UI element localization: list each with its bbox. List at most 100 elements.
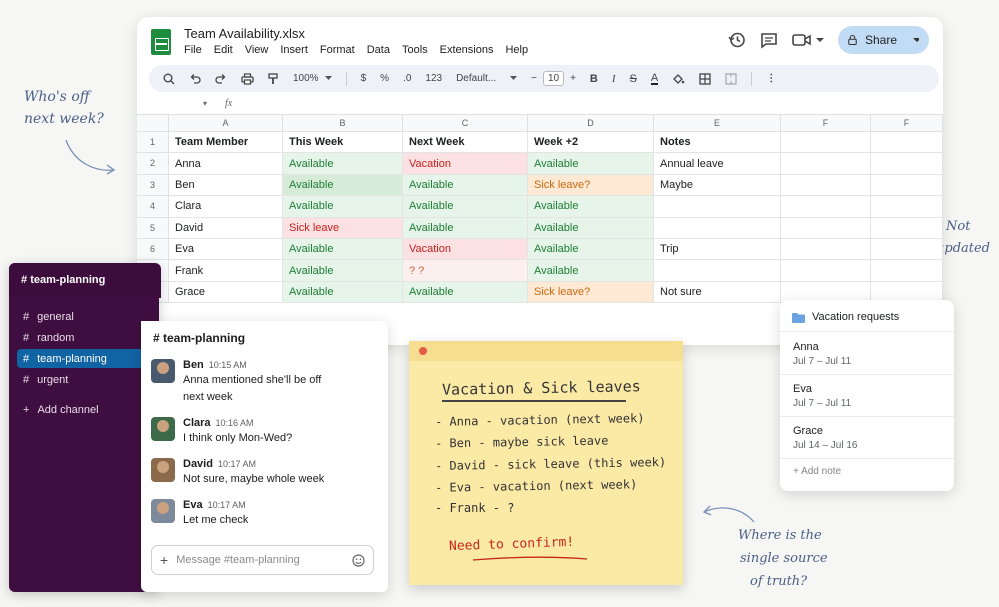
cell[interactable]: Clara (169, 196, 283, 218)
font-size-input[interactable]: 10 (542, 71, 565, 86)
cell[interactable]: Sick leave? (528, 174, 654, 197)
cell[interactable]: Available (528, 153, 654, 175)
number-format-button[interactable]: 123 (425, 73, 442, 84)
header-cell[interactable]: Team Member (169, 132, 283, 154)
menu-file[interactable]: File (184, 44, 202, 56)
channel-team-planning[interactable]: # team-planning (17, 349, 143, 368)
avatar[interactable] (151, 417, 175, 441)
meet-button[interactable] (792, 33, 824, 47)
cell[interactable]: Available (403, 174, 528, 197)
more-options-icon[interactable]: ⋮ (766, 73, 776, 84)
menu-extensions[interactable]: Extensions (440, 44, 494, 56)
menu-insert[interactable]: Insert (280, 44, 308, 56)
text-color-button[interactable]: A (650, 72, 659, 85)
cell[interactable]: Available (528, 196, 654, 218)
cell[interactable]: Anna (169, 153, 283, 175)
cell[interactable] (871, 132, 943, 154)
bold-button[interactable]: B (590, 73, 598, 85)
share-button[interactable]: Share (838, 26, 929, 54)
font-size-decrease[interactable]: − (531, 73, 537, 84)
print-icon[interactable] (241, 72, 254, 85)
cell[interactable]: Not sure (654, 281, 781, 304)
menu-edit[interactable]: Edit (214, 44, 233, 56)
request-item[interactable]: Grace Jul 14 – Jul 16 (793, 425, 943, 451)
avatar[interactable] (151, 458, 175, 482)
currency-format-button[interactable]: $ (361, 73, 367, 84)
cell[interactable]: Grace (169, 281, 283, 304)
decrease-decimal-button[interactable]: .0 (403, 73, 411, 84)
zoom-select[interactable]: 100% (293, 73, 332, 84)
column-header[interactable]: F (781, 115, 871, 132)
cell[interactable] (781, 260, 871, 282)
fill-color-icon[interactable] (672, 73, 685, 85)
emoji-icon[interactable] (352, 553, 365, 567)
cell[interactable]: Sick leave? (528, 281, 654, 304)
chevron-down-icon[interactable] (913, 37, 919, 43)
request-item[interactable]: Anna Jul 7 – Jul 11 (793, 341, 943, 367)
cell[interactable] (781, 153, 871, 175)
strikethrough-button[interactable]: S (630, 73, 637, 85)
paint-format-icon[interactable] (268, 72, 279, 85)
cell[interactable] (781, 174, 871, 197)
borders-icon[interactable] (699, 72, 711, 85)
menu-data[interactable]: Data (367, 44, 390, 56)
cell[interactable] (871, 196, 943, 218)
cell[interactable]: Available (283, 239, 403, 261)
select-all-corner[interactable] (137, 115, 169, 132)
channel-urgent[interactable]: # urgent (17, 370, 143, 389)
avatar[interactable] (151, 359, 175, 383)
cell[interactable]: Available (283, 196, 403, 218)
column-header[interactable]: A (169, 115, 283, 132)
cell[interactable]: Available (403, 217, 528, 239)
cell[interactable]: ? ? (403, 260, 528, 282)
column-header[interactable]: E (654, 115, 781, 132)
cell[interactable]: Available (403, 281, 528, 304)
cell[interactable]: Available (283, 281, 403, 304)
cell[interactable]: Frank (169, 260, 283, 282)
cell[interactable] (781, 239, 871, 261)
menu-view[interactable]: View (245, 44, 269, 56)
column-header[interactable]: B (283, 115, 403, 132)
comment-icon[interactable] (760, 31, 778, 49)
cell[interactable] (871, 217, 943, 239)
row-header[interactable]: 5 (137, 217, 169, 239)
cell[interactable]: Vacation (403, 239, 528, 261)
percent-format-button[interactable]: % (380, 73, 389, 84)
cell[interactable] (871, 239, 943, 261)
menu-help[interactable]: Help (505, 44, 528, 56)
header-cell[interactable]: Notes (654, 132, 781, 154)
add-note-button[interactable]: + Add note (793, 466, 841, 477)
header-cell[interactable]: Week +2 (528, 132, 654, 154)
menu-tools[interactable]: Tools (402, 44, 428, 56)
channel-random[interactable]: # random (17, 328, 143, 347)
redo-icon[interactable] (215, 73, 227, 85)
cell[interactable]: Available (528, 217, 654, 239)
channel-general[interactable]: # general (17, 307, 143, 326)
cell[interactable] (871, 153, 943, 175)
cell[interactable]: Available (528, 260, 654, 282)
cell[interactable]: Trip (654, 239, 781, 261)
row-header[interactable]: 3 (137, 174, 169, 197)
message-composer[interactable]: + Message #team-planning (151, 545, 374, 575)
name-box-dropdown-icon[interactable]: ▾ (203, 99, 207, 108)
cell[interactable]: David (169, 217, 283, 239)
font-size-increase[interactable]: + (570, 73, 576, 84)
cell[interactable]: Annual leave (654, 153, 781, 175)
cell[interactable] (654, 217, 781, 239)
font-select[interactable]: Default... (456, 73, 518, 84)
column-header[interactable]: F (871, 115, 943, 132)
cell[interactable] (781, 196, 871, 218)
cell[interactable]: Available (283, 260, 403, 282)
row-header[interactable]: 6 (137, 239, 169, 261)
cell[interactable]: Vacation (403, 153, 528, 175)
cell[interactable]: Maybe (654, 174, 781, 197)
history-icon[interactable] (728, 31, 746, 49)
cell[interactable] (781, 132, 871, 154)
plus-icon[interactable]: + (160, 552, 168, 568)
cell[interactable]: Available (403, 196, 528, 218)
column-header[interactable]: C (403, 115, 528, 132)
header-cell[interactable]: Next Week (403, 132, 528, 154)
undo-icon[interactable] (189, 73, 201, 85)
cell[interactable] (654, 260, 781, 282)
cell[interactable]: Ben (169, 174, 283, 197)
